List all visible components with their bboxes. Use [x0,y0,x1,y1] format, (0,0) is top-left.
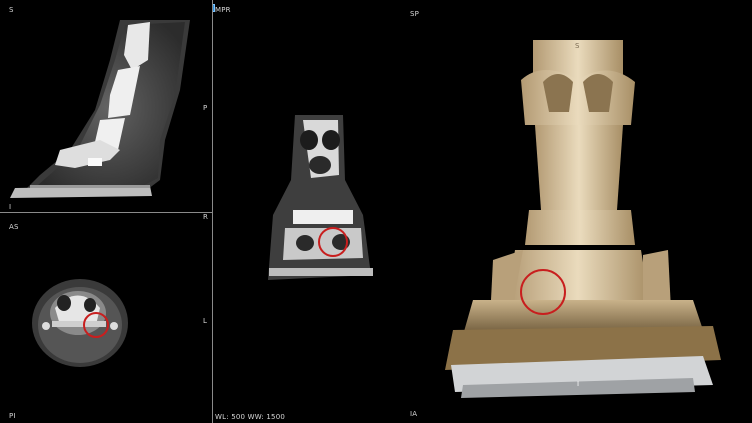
axial-as-label: AS [9,223,19,231]
axial-image [32,279,128,367]
mpr-view[interactable]: MPR WL: 500 WW: 1500 [213,0,403,423]
window-level-readout: WL: 500 WW: 1500 [215,413,286,421]
volume-render-image [445,40,721,398]
volume-bone-marker: S [575,42,580,50]
sagittal-inferior-label: I [9,203,12,211]
axial-view[interactable]: AS PI R L [0,213,212,423]
volume-ia-label: IA [410,410,418,418]
axial-pi-label: PI [9,412,16,420]
sagittal-posterior-label: P [203,104,208,112]
sagittal-view[interactable]: S I P [0,0,212,212]
axial-r-label: R [203,213,209,221]
axial-l-label: L [203,317,208,325]
sagittal-superior-label: S [9,6,14,14]
volume-sp-label: SP [410,10,420,18]
mpr-image [268,115,373,280]
volume-render-view[interactable]: SP IA S I [403,0,752,423]
volume-base-marker: I [577,380,580,388]
sagittal-image [10,20,190,198]
